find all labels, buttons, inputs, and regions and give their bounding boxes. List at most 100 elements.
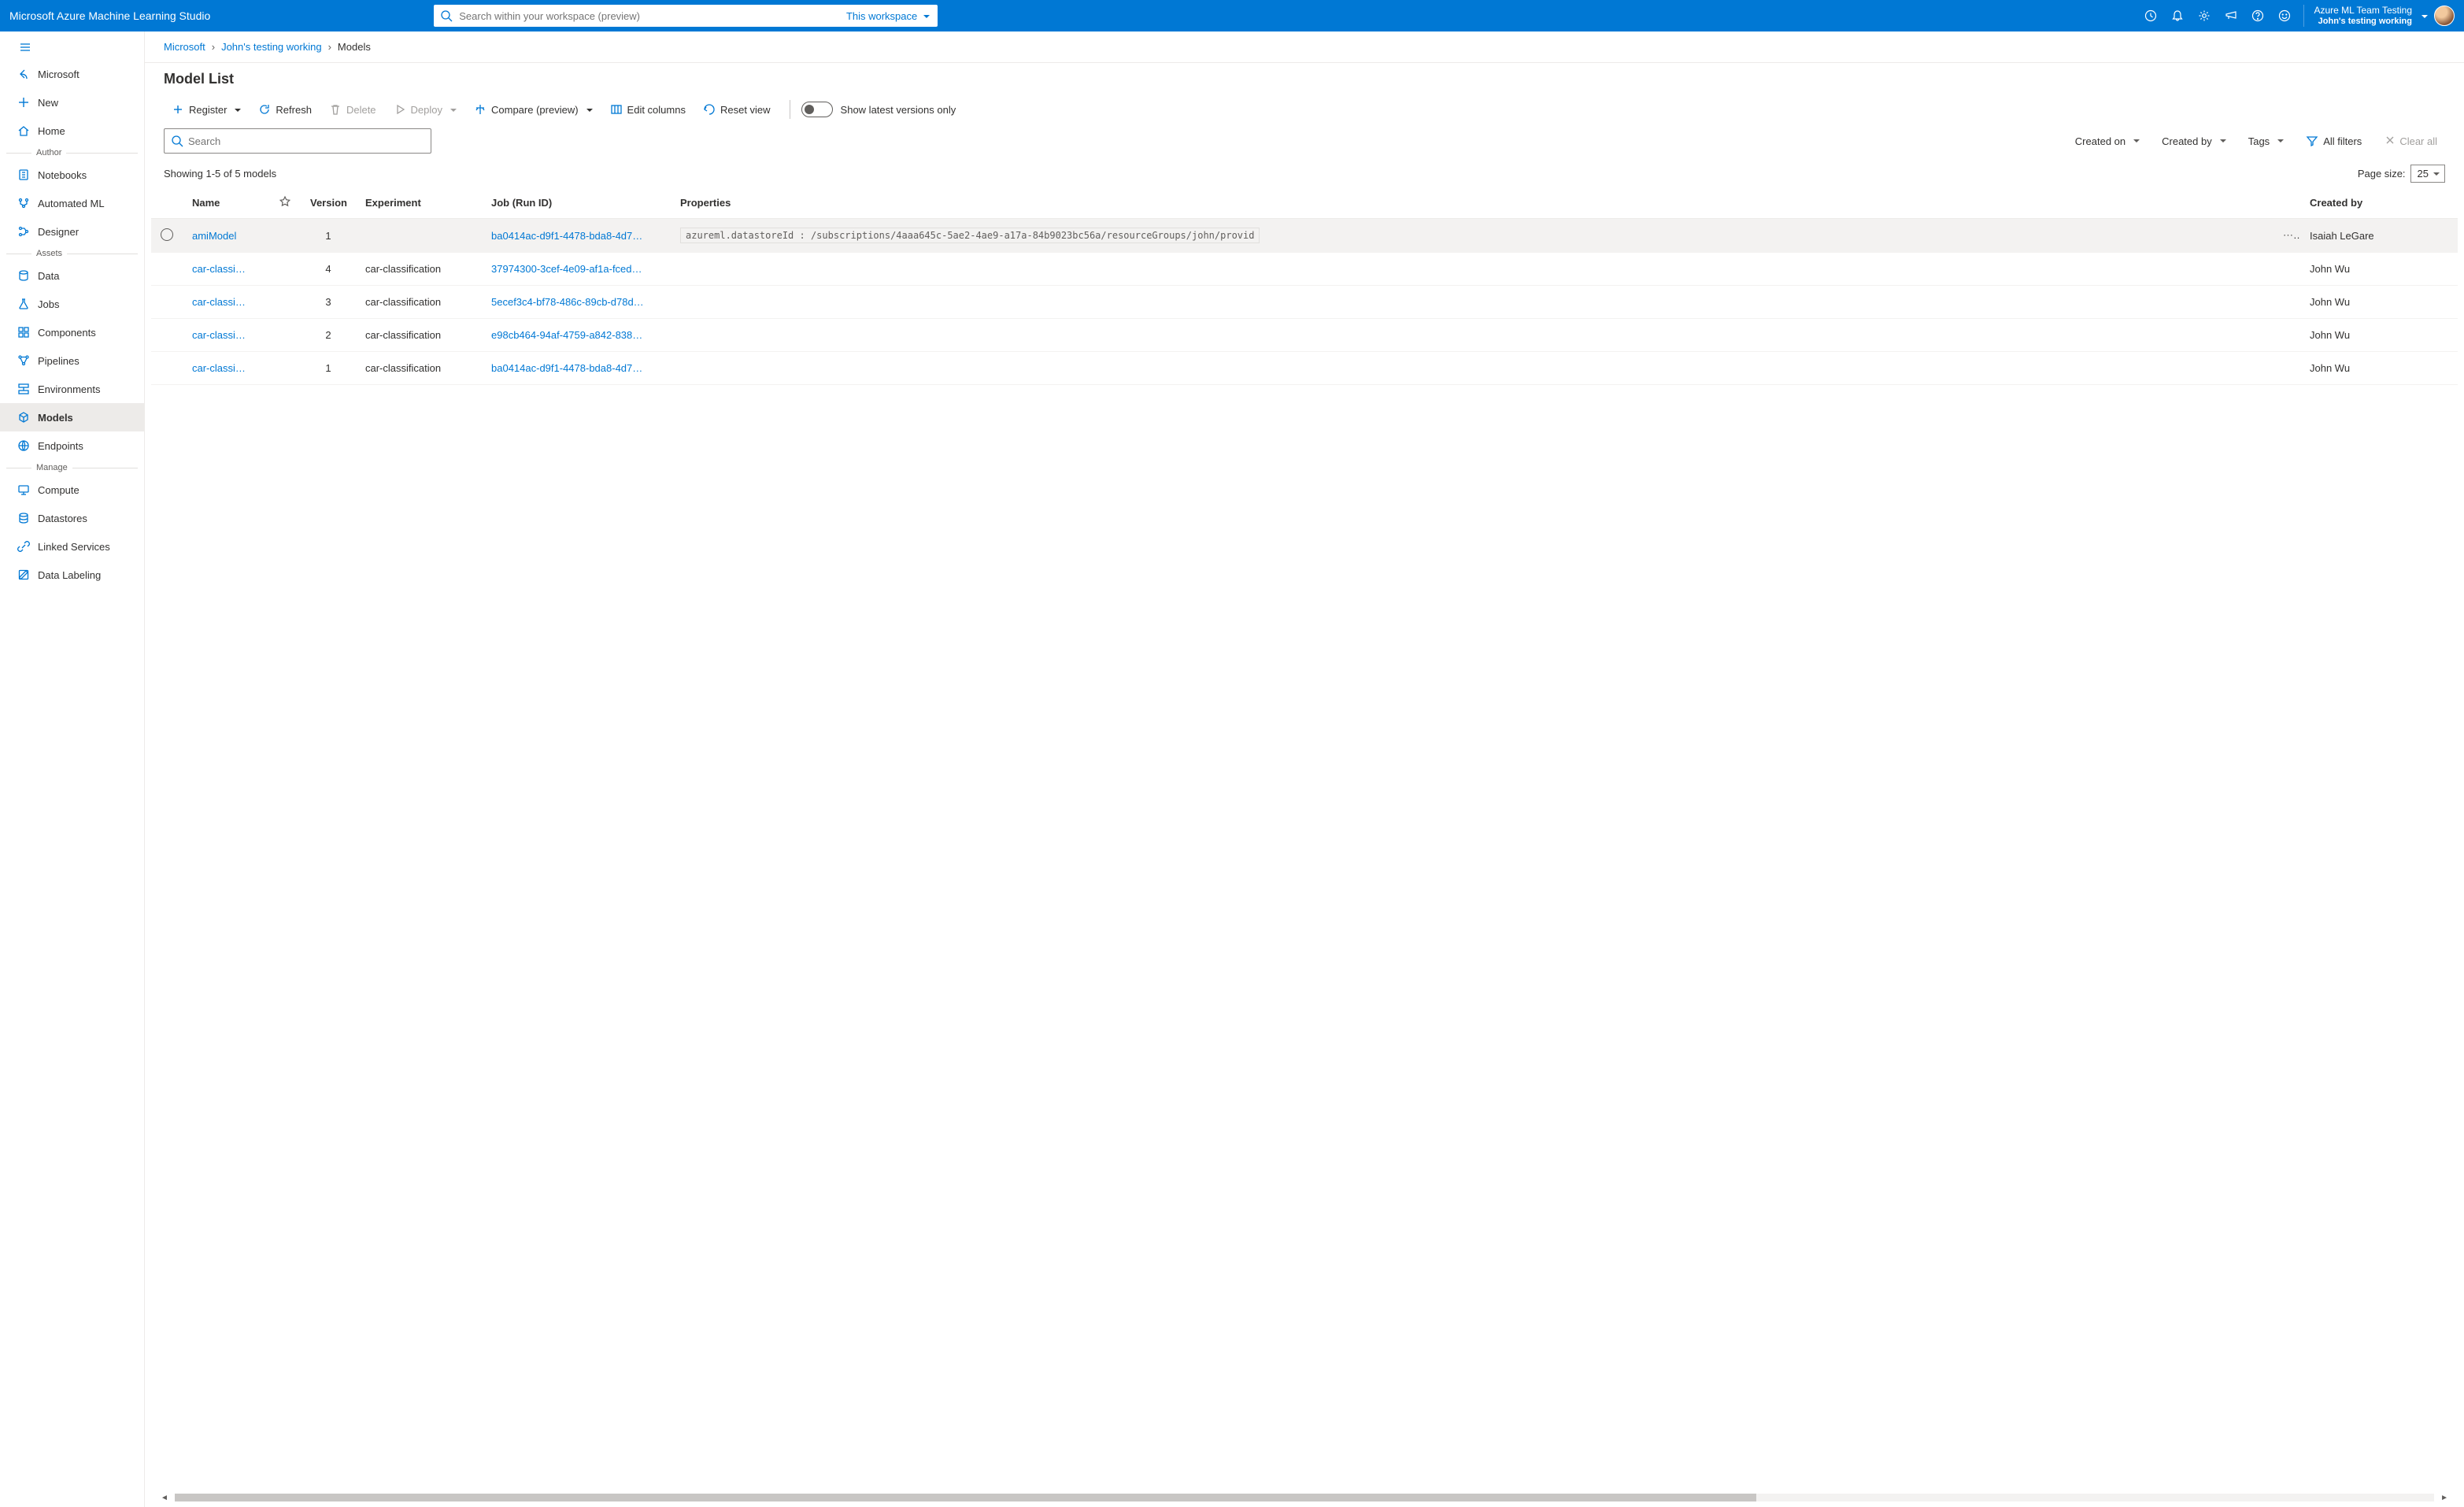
model-name-link[interactable]: car-classi… bbox=[183, 352, 269, 385]
sidebar-item-environments[interactable]: Environments bbox=[0, 375, 144, 403]
avatar bbox=[2434, 6, 2455, 26]
latest-versions-label: Show latest versions only bbox=[841, 104, 956, 116]
sidebar-item-label: Jobs bbox=[38, 298, 59, 310]
search-scope-label: This workspace bbox=[846, 10, 917, 22]
sidebar-item-compute[interactable]: Compute bbox=[0, 476, 144, 504]
sidebar-item-jobs[interactable]: Jobs bbox=[0, 290, 144, 318]
sidebar-heading-manage: Manage bbox=[0, 460, 144, 476]
model-name-link[interactable]: amiModel bbox=[183, 219, 269, 253]
search-scope-dropdown[interactable]: This workspace bbox=[838, 10, 938, 22]
plus-icon bbox=[17, 96, 30, 109]
reset-view-button[interactable]: Reset view bbox=[695, 98, 779, 120]
chevron-down-icon bbox=[2130, 137, 2140, 146]
models-table-wrap: Name Version Experiment Job (Run ID) Pro… bbox=[145, 187, 2464, 1491]
chevron-down-icon bbox=[2274, 137, 2284, 146]
sidebar-item-components[interactable]: Components bbox=[0, 318, 144, 346]
sidebar-item-notebooks[interactable]: Notebooks bbox=[0, 161, 144, 189]
filter-created-on[interactable]: Created on bbox=[2067, 131, 2148, 152]
job-link[interactable]: ba0414ac-d9f1-4478-bda8-4d7… bbox=[482, 352, 671, 385]
cell-experiment: car-classification bbox=[356, 352, 482, 385]
breadcrumb-item[interactable]: Microsoft bbox=[164, 41, 205, 53]
sidebar-item-endpoints[interactable]: Endpoints bbox=[0, 431, 144, 460]
table-row[interactable]: car-classi…4car-classification37974300-3… bbox=[151, 253, 2458, 286]
table-search[interactable] bbox=[164, 128, 431, 154]
row-select-checkbox[interactable] bbox=[161, 228, 173, 241]
sidebar-item-label: Designer bbox=[38, 226, 79, 238]
smile-icon[interactable] bbox=[2272, 0, 2297, 31]
recent-icon[interactable] bbox=[2138, 0, 2163, 31]
col-job[interactable]: Job (Run ID) bbox=[482, 187, 671, 219]
account-switcher[interactable]: Azure ML Team Testing John's testing wor… bbox=[2303, 5, 2455, 27]
scroll-left-icon[interactable]: ◄ bbox=[157, 1494, 172, 1502]
sidebar-item-datastores[interactable]: Datastores bbox=[0, 504, 144, 532]
notebook-icon bbox=[17, 168, 30, 181]
scroll-track[interactable] bbox=[175, 1494, 2434, 1501]
horizontal-scrollbar[interactable]: ◄ ► bbox=[157, 1491, 2451, 1504]
cell-version: 4 bbox=[301, 253, 356, 286]
sidebar-toggle[interactable] bbox=[0, 35, 144, 60]
sidebar-heading-assets: Assets bbox=[0, 246, 144, 261]
col-name[interactable]: Name bbox=[183, 187, 269, 219]
undo-icon bbox=[703, 103, 716, 116]
model-name-link[interactable]: car-classi… bbox=[183, 319, 269, 352]
col-created-by[interactable]: Created by bbox=[2300, 187, 2458, 219]
col-favorite[interactable] bbox=[269, 187, 301, 219]
sidebar-item-new[interactable]: New bbox=[0, 88, 144, 117]
sidebar-item-pipelines[interactable]: Pipelines bbox=[0, 346, 144, 375]
feedback-icon[interactable] bbox=[2218, 0, 2244, 31]
results-summary: Showing 1-5 of 5 models bbox=[164, 168, 276, 180]
scroll-thumb[interactable] bbox=[175, 1494, 1756, 1501]
compute-icon bbox=[17, 483, 30, 496]
models-table: Name Version Experiment Job (Run ID) Pro… bbox=[151, 187, 2458, 385]
compare-icon bbox=[474, 103, 487, 116]
table-row[interactable]: car-classi…3car-classification5ecef3c4-b… bbox=[151, 286, 2458, 319]
environments-icon bbox=[17, 383, 30, 395]
cell-experiment: car-classification bbox=[356, 286, 482, 319]
job-link[interactable]: 37974300-3cef-4e09-af1a-fced… bbox=[482, 253, 671, 286]
help-icon[interactable] bbox=[2245, 0, 2270, 31]
breadcrumb-item[interactable]: John's testing working bbox=[221, 41, 322, 53]
job-link[interactable]: ba0414ac-d9f1-4478-bda8-4d7… bbox=[482, 219, 671, 253]
scroll-right-icon[interactable]: ► bbox=[2437, 1494, 2451, 1502]
model-name-link[interactable]: car-classi… bbox=[183, 253, 269, 286]
refresh-button[interactable]: Refresh bbox=[250, 98, 320, 120]
sidebar-item-data-labeling[interactable]: Data Labeling bbox=[0, 561, 144, 589]
automl-icon bbox=[17, 197, 30, 209]
account-workspace: John's testing working bbox=[2314, 17, 2412, 27]
global-search[interactable]: This workspace bbox=[434, 5, 938, 27]
filter-created-by[interactable]: Created by bbox=[2154, 131, 2234, 152]
more-icon[interactable]: ⋯ bbox=[2278, 229, 2298, 241]
page-title: Model List bbox=[145, 63, 2464, 92]
cell-more bbox=[2269, 286, 2300, 319]
cell-more: ⋯ bbox=[2269, 219, 2300, 253]
table-row[interactable]: amiModel1ba0414ac-d9f1-4478-bda8-4d7…azu… bbox=[151, 219, 2458, 253]
table-row[interactable]: car-classi…2car-classificatione98cb464-9… bbox=[151, 319, 2458, 352]
compare-button[interactable]: Compare (preview) bbox=[466, 98, 601, 120]
col-version[interactable]: Version bbox=[301, 187, 356, 219]
global-search-input[interactable] bbox=[459, 10, 838, 22]
table-row[interactable]: car-classi…1car-classificationba0414ac-d… bbox=[151, 352, 2458, 385]
filter-tags[interactable]: Tags bbox=[2240, 131, 2292, 152]
page-size-select[interactable]: 25 bbox=[2410, 165, 2445, 183]
sidebar-back[interactable]: Microsoft bbox=[0, 60, 144, 88]
sidebar-item-designer[interactable]: Designer bbox=[0, 217, 144, 246]
job-link[interactable]: 5ecef3c4-bf78-486c-89cb-d78d… bbox=[482, 286, 671, 319]
sidebar-item-models[interactable]: Models bbox=[0, 403, 144, 431]
job-link[interactable]: e98cb464-94af-4759-a842-838… bbox=[482, 319, 671, 352]
sidebar-item-data[interactable]: Data bbox=[0, 261, 144, 290]
sidebar-item-automl[interactable]: Automated ML bbox=[0, 189, 144, 217]
notifications-icon[interactable] bbox=[2165, 0, 2190, 31]
table-search-input[interactable] bbox=[188, 135, 424, 147]
sidebar-item-linked-services[interactable]: Linked Services bbox=[0, 532, 144, 561]
edit-columns-button[interactable]: Edit columns bbox=[602, 98, 694, 120]
model-name-link[interactable]: car-classi… bbox=[183, 286, 269, 319]
col-experiment[interactable]: Experiment bbox=[356, 187, 482, 219]
settings-icon[interactable] bbox=[2192, 0, 2217, 31]
register-button[interactable]: Register bbox=[164, 98, 249, 120]
latest-versions-toggle[interactable] bbox=[801, 102, 833, 117]
sidebar-item-home[interactable]: Home bbox=[0, 117, 144, 145]
col-properties[interactable]: Properties bbox=[671, 187, 2269, 219]
play-icon bbox=[394, 103, 406, 116]
cell-experiment bbox=[356, 219, 482, 253]
all-filters-button[interactable]: All filters bbox=[2298, 130, 2370, 152]
